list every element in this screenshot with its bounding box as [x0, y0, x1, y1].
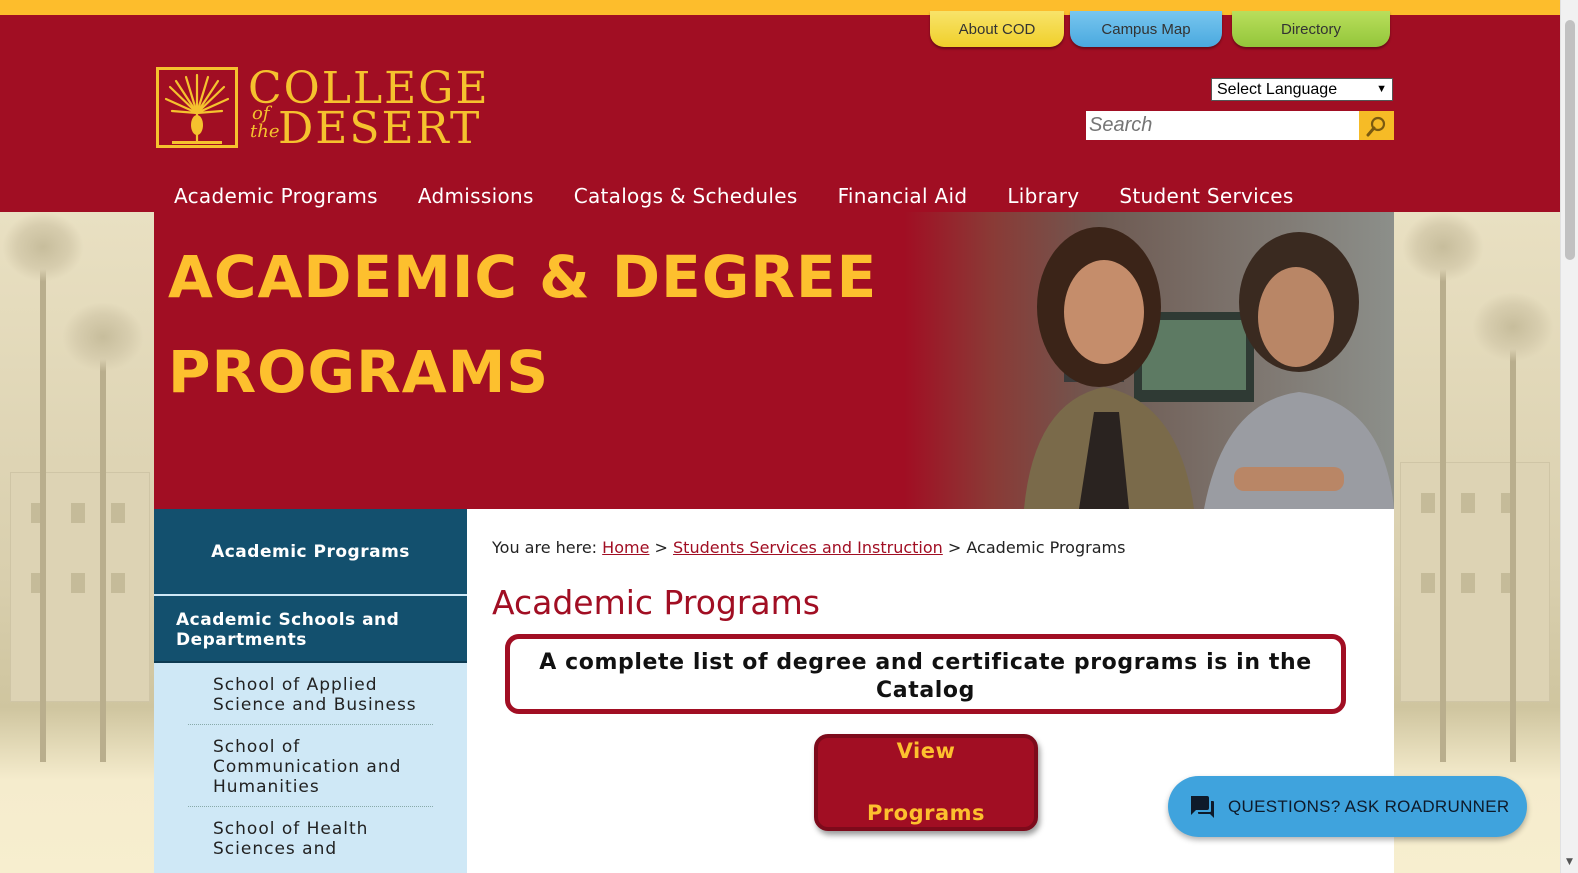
nav-student-services[interactable]: Student Services — [1119, 184, 1293, 208]
page-title: Academic Programs — [492, 583, 820, 622]
background-building — [1400, 462, 1550, 702]
palm-tree — [62, 302, 144, 762]
view-programs-line1: View — [896, 739, 956, 763]
logo-the: the — [250, 121, 280, 142]
breadcrumb-home-link[interactable]: Home — [602, 538, 649, 557]
hero-title-line1: ACADEMIC & DEGREE — [168, 243, 878, 311]
catalog-notice: A complete list of degree and certificat… — [505, 634, 1346, 714]
language-select-label: Select Language — [1217, 80, 1338, 98]
sidebar-heading[interactable]: Academic Programs — [154, 509, 467, 594]
palm-tree — [1472, 292, 1554, 762]
sidebar-item[interactable]: School of Applied Science and Business — [188, 663, 433, 725]
chat-icon — [1191, 795, 1214, 818]
search-button[interactable] — [1359, 111, 1394, 140]
sidebar-item[interactable]: School of Communication and Humanities — [188, 725, 433, 807]
scrollbar-thumb[interactable] — [1565, 20, 1575, 260]
search-icon — [1366, 116, 1385, 136]
tab-about-cod[interactable]: About COD — [930, 11, 1064, 47]
view-programs-button[interactable]: View Programs — [814, 734, 1038, 831]
breadcrumb-separator: > — [654, 538, 668, 557]
breadcrumb-current: Academic Programs — [966, 538, 1126, 557]
students-photo — [904, 212, 1394, 509]
main-nav: Academic Programs Admissions Catalogs & … — [174, 184, 1334, 208]
logo-desert: DESERT — [278, 103, 482, 154]
nav-financial-aid[interactable]: Financial Aid — [838, 184, 968, 208]
chat-roadrunner-button[interactable]: QUESTIONS? ASK ROADRUNNER — [1168, 776, 1527, 837]
breadcrumb-separator: > — [947, 538, 962, 557]
tab-campus-map[interactable]: Campus Map — [1070, 11, 1222, 47]
nav-academic-programs[interactable]: Academic Programs — [174, 184, 378, 208]
college-wordmark: COLLEGE of the DESERT — [248, 63, 498, 154]
palm-logo-icon — [156, 67, 238, 148]
chat-label: QUESTIONS? ASK ROADRUNNER — [1228, 796, 1510, 816]
hero-title-line2: PROGRAMS — [168, 338, 550, 406]
palm-tree — [1402, 212, 1484, 762]
hero-banner: ACADEMIC & DEGREE PROGRAMS — [154, 212, 1394, 509]
breadcrumb-prefix: You are here: — [492, 538, 598, 557]
search-input[interactable] — [1086, 111, 1359, 140]
breadcrumb-section-link[interactable]: Students Services and Instruction — [673, 538, 943, 557]
nav-catalogs-schedules[interactable]: Catalogs & Schedules — [574, 184, 798, 208]
sidebar-item[interactable]: School of Health Sciences and — [188, 807, 433, 868]
scroll-down-arrow-icon[interactable]: ▼ — [1566, 857, 1573, 867]
nav-library[interactable]: Library — [1007, 184, 1079, 208]
view-programs-line2: Programs — [866, 801, 986, 825]
page-scrollbar[interactable]: ▼ — [1560, 0, 1578, 873]
language-select[interactable]: Select Language ▼ — [1211, 78, 1393, 101]
background-building — [10, 472, 150, 702]
hero-title: ACADEMIC & DEGREE PROGRAMS — [168, 230, 877, 420]
chevron-down-icon: ▼ — [1376, 83, 1387, 95]
palm-tree — [2, 212, 84, 762]
nav-admissions[interactable]: Admissions — [418, 184, 534, 208]
sidebar: Academic Programs Academic Schools and D… — [154, 509, 467, 873]
breadcrumb: You are here: Home > Students Services a… — [492, 538, 1125, 557]
sidebar-subheading[interactable]: Academic Schools and Departments — [154, 596, 467, 663]
college-logo[interactable]: COLLEGE of the DESERT — [156, 63, 498, 154]
tab-directory[interactable]: Directory — [1232, 11, 1390, 47]
